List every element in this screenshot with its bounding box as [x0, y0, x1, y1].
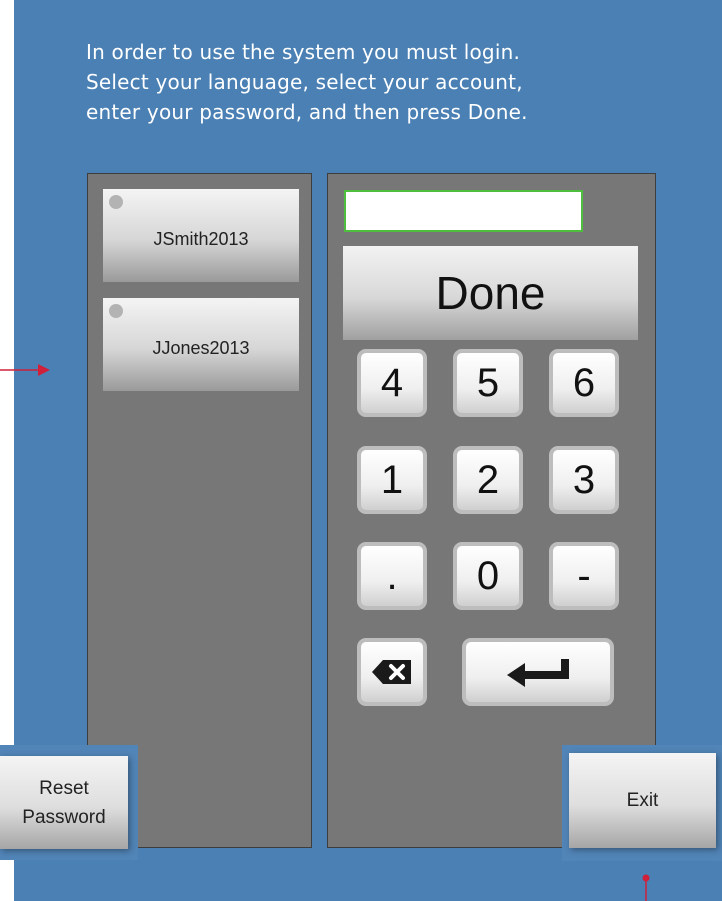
key-1[interactable]: 1	[357, 446, 427, 514]
instruction-line-1: In order to use the system you must logi…	[86, 40, 521, 64]
account-name: JJones2013	[152, 338, 250, 358]
password-input[interactable]	[344, 190, 583, 232]
account-radio-indicator	[109, 304, 123, 318]
backspace-key[interactable]	[357, 638, 427, 706]
callout-marker	[642, 874, 650, 901]
reset-password-frame: Reset Password	[0, 745, 138, 860]
callout-arrow-icon	[0, 364, 50, 376]
account-button-jjones2013[interactable]: JJones2013	[103, 298, 299, 391]
reset-password-button[interactable]: Reset Password	[0, 756, 128, 849]
instruction-line-3: enter your password, and then press Done…	[86, 100, 528, 124]
account-button-jsmith2013[interactable]: JSmith2013	[103, 189, 299, 282]
key-5[interactable]: 5	[453, 349, 523, 417]
reset-label-line-1: Reset	[39, 777, 89, 799]
exit-button-frame: Exit	[562, 745, 722, 861]
key-3[interactable]: 3	[549, 446, 619, 514]
enter-key[interactable]	[462, 638, 614, 706]
done-button[interactable]: Done	[343, 246, 638, 340]
exit-button[interactable]: Exit	[569, 753, 716, 848]
account-radio-indicator	[109, 195, 123, 209]
key-6[interactable]: 6	[549, 349, 619, 417]
reset-label-line-2: Password	[22, 806, 106, 828]
key-decimal-point[interactable]: .	[357, 542, 427, 610]
enter-arrow-icon	[507, 659, 569, 687]
login-instructions: In order to use the system you must logi…	[86, 37, 646, 127]
key-0[interactable]: 0	[453, 542, 523, 610]
key-4[interactable]: 4	[357, 349, 427, 417]
backspace-icon	[372, 660, 411, 684]
key-minus[interactable]: -	[549, 542, 619, 610]
account-name: JSmith2013	[153, 229, 249, 249]
key-2[interactable]: 2	[453, 446, 523, 514]
instruction-line-2: Select your language, select your accoun…	[86, 70, 523, 94]
